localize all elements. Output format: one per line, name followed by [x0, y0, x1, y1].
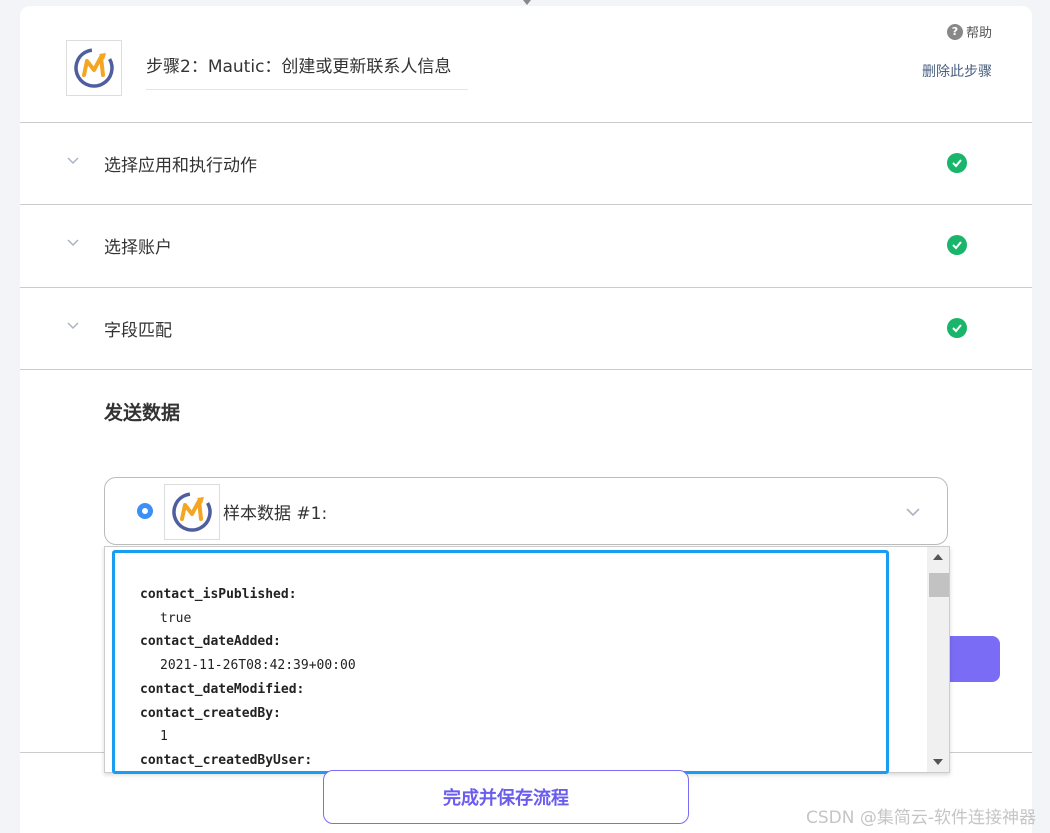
mautic-logo-icon — [164, 484, 220, 540]
check-circle-icon — [947, 318, 967, 338]
section-field-mapping[interactable]: 字段匹配 — [20, 287, 1032, 369]
section-select-account[interactable]: 选择账户 — [20, 204, 1032, 286]
scroll-down-icon[interactable] — [927, 752, 949, 772]
step-title: 步骤2：Mautic：创建或更新联系人信息 — [146, 52, 468, 90]
field-value: true — [160, 610, 192, 626]
chevron-down-icon — [67, 239, 79, 247]
section-select-app[interactable]: 选择应用和执行动作 — [20, 122, 1032, 204]
question-icon: ? — [946, 23, 963, 40]
help-label: 帮助 — [965, 26, 992, 41]
step-card: 步骤2：Mautic：创建或更新联系人信息 ? 帮助 删除此步骤 选择应用和执行… — [20, 6, 1032, 833]
field-key: contact_isPublished: — [140, 587, 297, 602]
chevron-down-icon[interactable] — [905, 504, 921, 520]
sample-data-dropdown[interactable]: contact_isPublished: true contact_dateAd… — [104, 546, 950, 774]
sample-data-fields: contact_isPublished: true contact_dateAd… — [140, 583, 356, 773]
section-label: 字段匹配 — [104, 321, 172, 341]
chevron-down-icon — [67, 322, 79, 330]
mautic-logo-icon — [66, 40, 122, 96]
divider — [20, 369, 1032, 370]
scroll-up-icon[interactable] — [927, 547, 949, 567]
field-key: contact_dateAdded: — [140, 634, 281, 650]
check-circle-icon — [947, 235, 967, 255]
check-circle-icon — [947, 153, 967, 173]
sample-data-label: 样本数据 #1: — [223, 504, 328, 524]
step-header: 步骤2：Mautic：创建或更新联系人信息 ? 帮助 删除此步骤 — [20, 6, 1032, 122]
scrollbar[interactable] — [927, 547, 949, 772]
watermark: CSDN @集简云-软件连接神器 — [805, 808, 1036, 828]
connector-arrow-icon — [523, 0, 531, 5]
finish-save-button[interactable]: 完成并保存流程 — [323, 770, 689, 824]
field-value: 2021-11-26T08:42:39+00:00 — [160, 658, 356, 674]
section-label: 选择账户 — [104, 238, 172, 258]
send-data-title: 发送数据 — [104, 402, 181, 424]
scroll-thumb[interactable] — [929, 573, 949, 597]
field-key: contact_createdBy: — [140, 705, 281, 721]
field-value: 1 — [160, 729, 168, 745]
chevron-down-icon — [67, 157, 79, 165]
sample-data-select[interactable]: 样本数据 #1: — [104, 477, 948, 545]
radio-selected-icon[interactable] — [137, 503, 153, 519]
field-key: contact_createdByUser: — [140, 752, 313, 768]
delete-step-link[interactable]: 删除此步骤 — [922, 61, 992, 81]
section-label: 选择应用和执行动作 — [104, 156, 257, 176]
help-link[interactable]: ? 帮助 — [946, 22, 992, 41]
field-key: contact_dateModified: — [140, 681, 305, 697]
